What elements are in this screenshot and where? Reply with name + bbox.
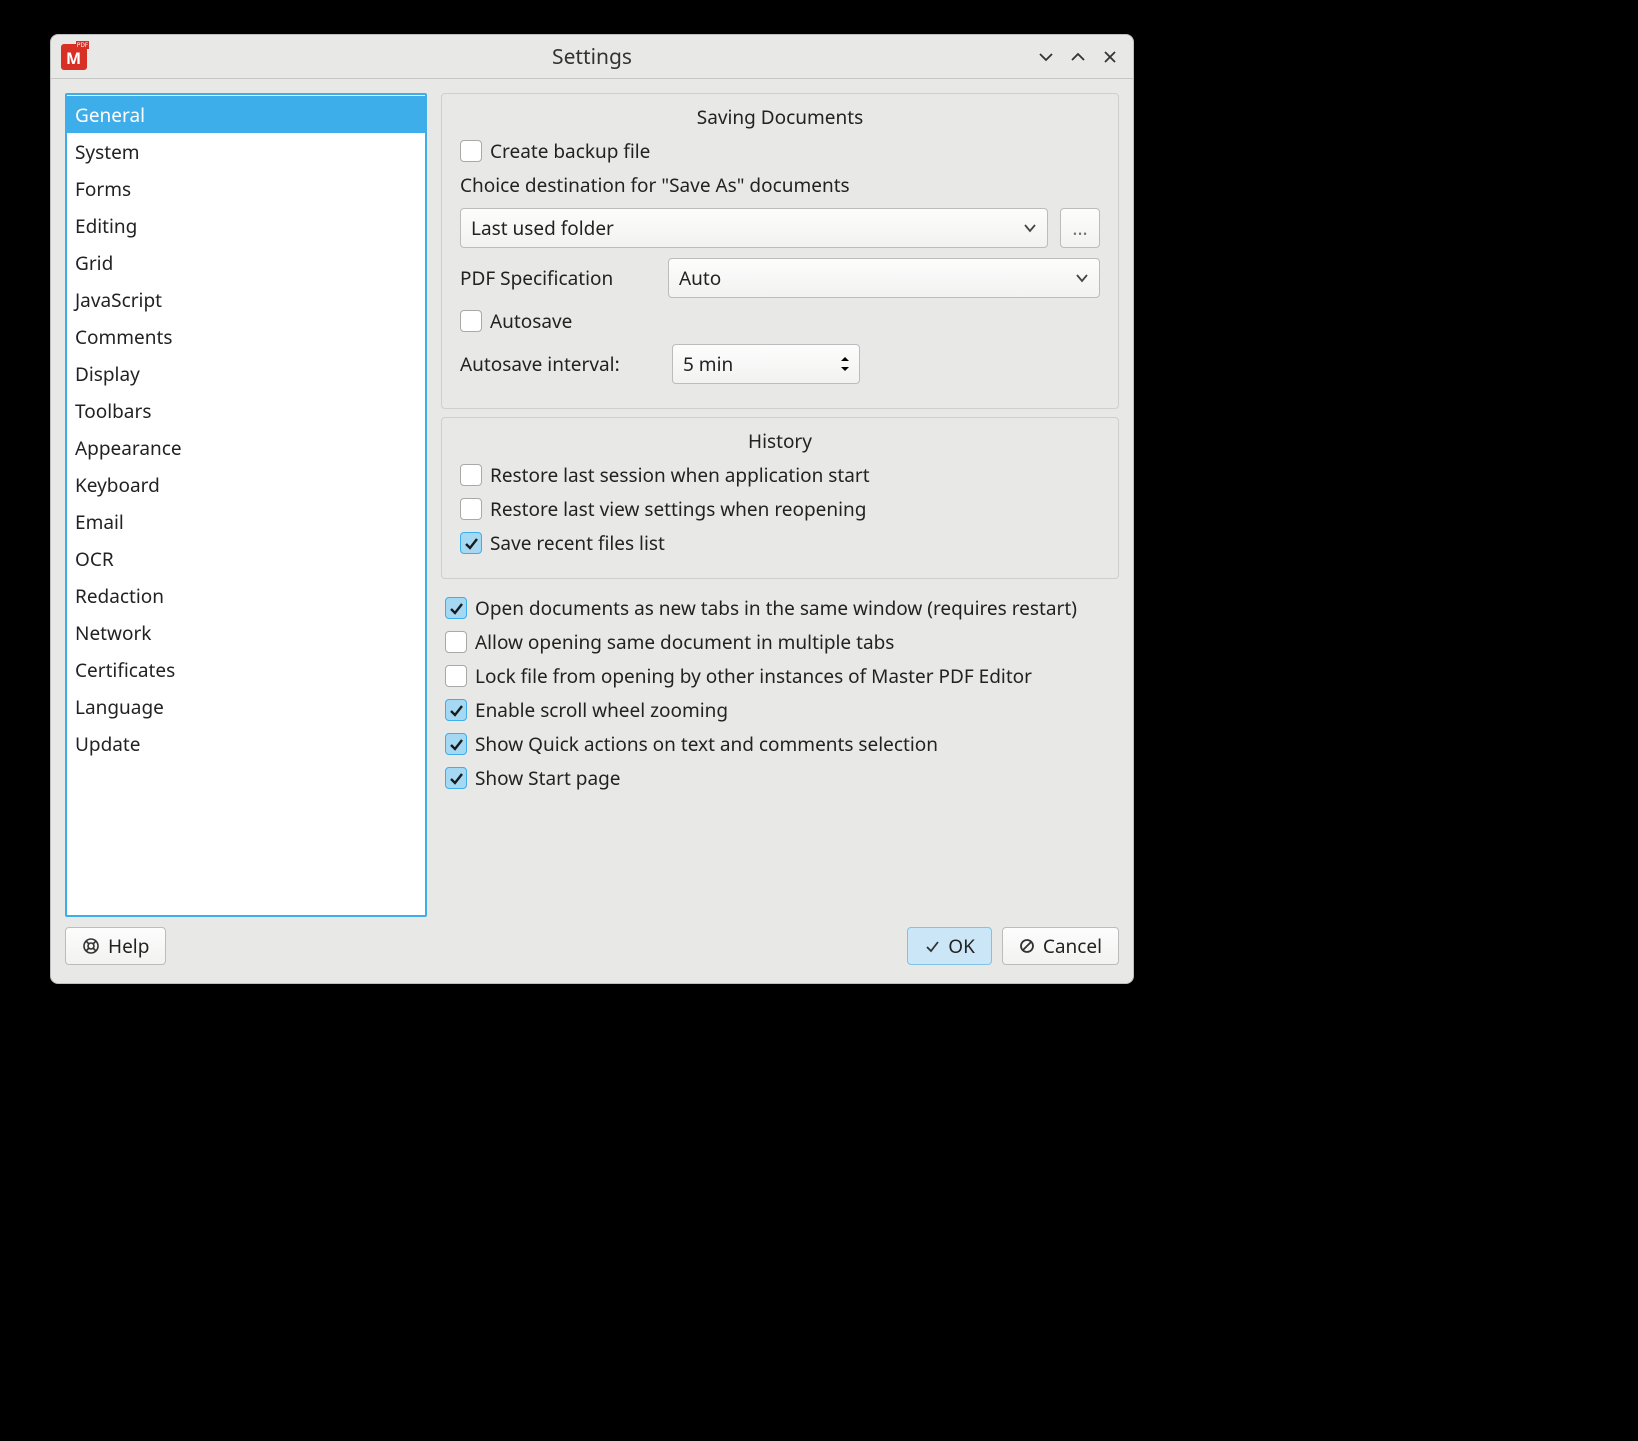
autosave-interval-value: 5 min xyxy=(683,351,733,377)
sidebar-item-certificates[interactable]: Certificates xyxy=(67,651,425,688)
sidebar-item-update[interactable]: Update xyxy=(67,725,425,762)
settings-window: Settings GeneralSystemFormsEditingGridJa… xyxy=(50,34,1134,984)
window-controls xyxy=(1037,48,1119,66)
close-button[interactable] xyxy=(1101,48,1119,66)
help-button[interactable]: Help xyxy=(65,927,166,965)
sidebar-item-redaction[interactable]: Redaction xyxy=(67,577,425,614)
sidebar-item-toolbars[interactable]: Toolbars xyxy=(67,392,425,429)
ok-label: OK xyxy=(948,933,975,959)
cancel-icon xyxy=(1019,938,1035,954)
browse-button[interactable]: ... xyxy=(1060,208,1100,248)
main-panel: Saving Documents Create backup file Choi… xyxy=(441,93,1119,917)
pdf-spec-label: PDF Specification xyxy=(460,265,656,291)
quick-actions-row[interactable]: Show Quick actions on text and comments … xyxy=(445,731,1115,757)
sidebar-item-forms[interactable]: Forms xyxy=(67,170,425,207)
ok-button[interactable]: OK xyxy=(907,927,992,965)
sidebar-item-comments[interactable]: Comments xyxy=(67,318,425,355)
chevron-down-icon xyxy=(1023,215,1037,241)
new-tabs-row[interactable]: Open documents as new tabs in the same w… xyxy=(445,595,1115,621)
pdf-spec-value: Auto xyxy=(679,265,721,291)
window-title: Settings xyxy=(51,43,1133,71)
history-group: History Restore last session when applic… xyxy=(441,417,1119,579)
multi-tabs-label: Allow opening same document in multiple … xyxy=(475,629,894,655)
create-backup-row[interactable]: Create backup file xyxy=(460,138,1100,164)
autosave-label: Autosave xyxy=(490,308,572,334)
sidebar-item-network[interactable]: Network xyxy=(67,614,425,651)
dest-row: Last used folder ... xyxy=(460,208,1100,248)
sidebar-item-general[interactable]: General xyxy=(67,96,425,133)
sidebar-item-display[interactable]: Display xyxy=(67,355,425,392)
sidebar-item-editing[interactable]: Editing xyxy=(67,207,425,244)
autosave-interval-label: Autosave interval: xyxy=(460,351,660,377)
quick-actions-label: Show Quick actions on text and comments … xyxy=(475,731,938,757)
save-recent-row[interactable]: Save recent files list xyxy=(460,530,1100,556)
save-recent-label: Save recent files list xyxy=(490,530,665,556)
chevron-down-icon xyxy=(839,365,851,373)
autosave-checkbox[interactable] xyxy=(460,310,482,332)
start-page-label: Show Start page xyxy=(475,765,621,791)
help-icon xyxy=(82,937,100,955)
save-recent-checkbox[interactable] xyxy=(460,532,482,554)
restore-session-row[interactable]: Restore last session when application st… xyxy=(460,462,1100,488)
scroll-zoom-label: Enable scroll wheel zooming xyxy=(475,697,728,723)
spin-arrows[interactable] xyxy=(839,355,851,373)
lock-file-label: Lock file from opening by other instance… xyxy=(475,663,1032,689)
titlebar: Settings xyxy=(51,35,1133,79)
sidebar-item-system[interactable]: System xyxy=(67,133,425,170)
sidebar-item-grid[interactable]: Grid xyxy=(67,244,425,281)
app-icon xyxy=(61,44,87,70)
restore-view-row[interactable]: Restore last view settings when reopenin… xyxy=(460,496,1100,522)
maximize-button[interactable] xyxy=(1069,48,1087,66)
sidebar-item-keyboard[interactable]: Keyboard xyxy=(67,466,425,503)
restore-view-checkbox[interactable] xyxy=(460,498,482,520)
dest-desc: Choice destination for "Save As" documen… xyxy=(460,172,1100,198)
sidebar-item-javascript[interactable]: JavaScript xyxy=(67,281,425,318)
pdf-spec-row: PDF Specification Auto xyxy=(460,258,1100,298)
general-options: Open documents as new tabs in the same w… xyxy=(441,587,1119,799)
restore-view-label: Restore last view settings when reopenin… xyxy=(490,496,866,522)
autosave-interval-row: Autosave interval: 5 min xyxy=(460,344,1100,384)
check-icon xyxy=(924,938,940,954)
dialog-footer: Help OK Cancel xyxy=(51,923,1133,983)
create-backup-checkbox[interactable] xyxy=(460,140,482,162)
sidebar-item-ocr[interactable]: OCR xyxy=(67,540,425,577)
restore-session-checkbox[interactable] xyxy=(460,464,482,486)
multi-tabs-checkbox[interactable] xyxy=(445,631,467,653)
chevron-up-icon xyxy=(839,355,851,363)
minimize-button[interactable] xyxy=(1037,48,1055,66)
restore-session-label: Restore last session when application st… xyxy=(490,462,870,488)
multi-tabs-row[interactable]: Allow opening same document in multiple … xyxy=(445,629,1115,655)
new-tabs-label: Open documents as new tabs in the same w… xyxy=(475,595,1077,621)
quick-actions-checkbox[interactable] xyxy=(445,733,467,755)
dest-select-value: Last used folder xyxy=(471,215,614,241)
dialog-body: GeneralSystemFormsEditingGridJavaScriptC… xyxy=(51,79,1133,923)
sidebar-item-email[interactable]: Email xyxy=(67,503,425,540)
autosave-row[interactable]: Autosave xyxy=(460,308,1100,334)
chevron-down-icon xyxy=(1075,265,1089,291)
scroll-zoom-checkbox[interactable] xyxy=(445,699,467,721)
lock-file-row[interactable]: Lock file from opening by other instance… xyxy=(445,663,1115,689)
start-page-checkbox[interactable] xyxy=(445,767,467,789)
help-label: Help xyxy=(108,933,149,959)
cancel-label: Cancel xyxy=(1043,933,1102,959)
sidebar-item-language[interactable]: Language xyxy=(67,688,425,725)
cancel-button[interactable]: Cancel xyxy=(1002,927,1119,965)
lock-file-checkbox[interactable] xyxy=(445,665,467,687)
start-page-row[interactable]: Show Start page xyxy=(445,765,1115,791)
saving-title: Saving Documents xyxy=(456,104,1104,130)
pdf-spec-select[interactable]: Auto xyxy=(668,258,1100,298)
scroll-zoom-row[interactable]: Enable scroll wheel zooming xyxy=(445,697,1115,723)
dest-select[interactable]: Last used folder xyxy=(460,208,1048,248)
autosave-interval-spin[interactable]: 5 min xyxy=(672,344,860,384)
new-tabs-checkbox[interactable] xyxy=(445,597,467,619)
category-sidebar[interactable]: GeneralSystemFormsEditingGridJavaScriptC… xyxy=(65,93,427,917)
create-backup-label: Create backup file xyxy=(490,138,650,164)
history-title: History xyxy=(456,428,1104,454)
sidebar-item-appearance[interactable]: Appearance xyxy=(67,429,425,466)
saving-group: Saving Documents Create backup file Choi… xyxy=(441,93,1119,409)
